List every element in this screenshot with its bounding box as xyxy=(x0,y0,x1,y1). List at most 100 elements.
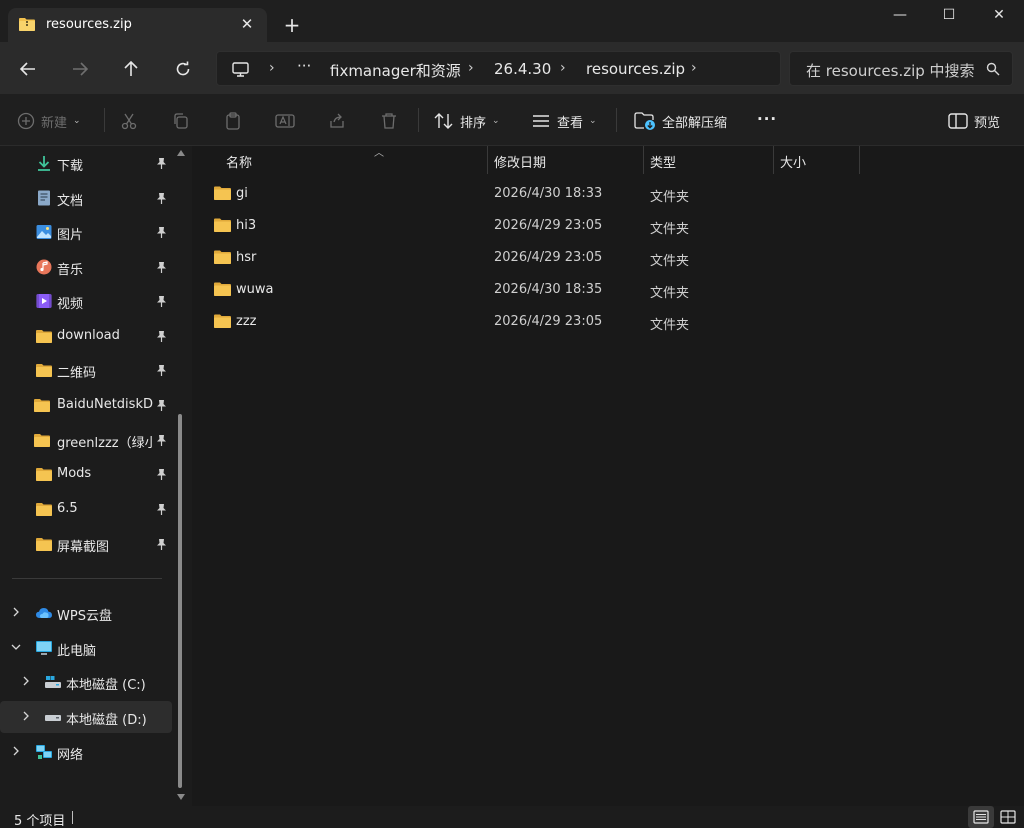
computer-icon[interactable] xyxy=(232,62,249,77)
column-header-date[interactable]: 修改日期 xyxy=(488,146,644,174)
file-row-gi[interactable]: gi 2026/4/30 18:33 文件夹 xyxy=(208,178,1008,210)
sidebar-item-qrcode[interactable]: 二维码 xyxy=(0,354,172,386)
navigation-pane: 下载 文档 图片 音乐 视频 download 二维码 BaiduNetdisk… xyxy=(0,146,192,806)
tiles-view-icon xyxy=(1000,810,1016,824)
cut-button[interactable] xyxy=(118,110,140,132)
chevron-down-icon[interactable] xyxy=(11,642,21,652)
tab-close-button[interactable]: ✕ xyxy=(236,13,258,35)
pin-icon[interactable] xyxy=(156,157,167,169)
file-row-hsr[interactable]: hsr 2026/4/29 23:05 文件夹 xyxy=(208,242,1008,274)
chevron-right-icon[interactable] xyxy=(21,711,31,721)
file-row-zzz[interactable]: zzz 2026/4/29 23:05 文件夹 xyxy=(208,306,1008,338)
zip-folder-icon xyxy=(19,18,35,31)
paste-button[interactable] xyxy=(222,110,244,132)
column-header-name[interactable]: ︿ 名称 xyxy=(218,146,488,174)
pin-icon[interactable] xyxy=(156,226,167,238)
sidebar-item-downloads[interactable]: 下载 xyxy=(0,147,172,179)
breadcrumb-fixmanager[interactable]: fixmanager和资源 xyxy=(330,60,461,81)
delete-button[interactable] xyxy=(378,110,400,132)
sidebar-item-download-folder[interactable]: download xyxy=(0,320,172,352)
refresh-button[interactable] xyxy=(168,54,198,84)
forward-button[interactable] xyxy=(65,54,95,84)
pin-icon[interactable] xyxy=(156,330,167,342)
pin-icon[interactable] xyxy=(156,399,167,411)
chevron-right-icon[interactable]: › xyxy=(269,60,275,76)
computer-icon xyxy=(36,641,52,655)
new-tab-button[interactable]: + xyxy=(280,13,304,37)
pin-icon[interactable] xyxy=(156,503,167,515)
sidebar-item-wps-cloud[interactable]: WPS云盘 xyxy=(0,597,172,629)
divider xyxy=(418,108,419,132)
breadcrumb-overflow[interactable]: ··· xyxy=(297,57,311,75)
column-divider[interactable] xyxy=(859,146,860,174)
video-icon xyxy=(36,294,52,308)
scroll-down-arrow-icon[interactable] xyxy=(177,794,185,800)
file-list: ︿ 名称 修改日期 类型 大小 gi 2026/4/30 18:33 文件夹 h… xyxy=(192,146,1024,806)
file-row-hi3[interactable]: hi3 2026/4/29 23:05 文件夹 xyxy=(208,210,1008,242)
pin-icon[interactable] xyxy=(156,364,167,376)
sidebar-item-greenlzzz[interactable]: greenlzzz（绿小 xyxy=(0,424,172,456)
sidebar-item-this-pc[interactable]: 此电脑 xyxy=(0,632,172,664)
sidebar-item-pictures[interactable]: 图片 xyxy=(0,216,172,248)
pin-icon[interactable] xyxy=(156,261,167,273)
pin-icon[interactable] xyxy=(156,538,167,550)
chevron-right-icon[interactable]: › xyxy=(560,60,566,76)
column-header-label: 修改日期 xyxy=(494,156,547,171)
maximize-button[interactable]: ☐ xyxy=(925,0,973,32)
more-options-button[interactable]: ··· xyxy=(757,108,777,130)
tab-title: resources.zip xyxy=(46,17,132,32)
sidebar-item-screenshots[interactable]: 屏幕截图 xyxy=(0,528,172,560)
share-button[interactable] xyxy=(326,110,348,132)
view-button[interactable]: 查看 ⌄ xyxy=(531,110,597,132)
new-button[interactable]: 新建 ⌄ xyxy=(17,110,81,132)
sidebar-scrollbar[interactable] xyxy=(174,146,186,806)
sidebar-item-baidunetdisk[interactable]: BaiduNetdiskDownload xyxy=(0,389,172,421)
divider xyxy=(616,108,617,132)
minimize-button[interactable]: — xyxy=(876,0,924,32)
column-header-type[interactable]: 类型 xyxy=(644,146,774,174)
sort-ascending-icon: ︿ xyxy=(374,148,384,159)
breadcrumb-26-4-30[interactable]: 26.4.30 xyxy=(494,60,551,78)
breadcrumb-resources-zip[interactable]: resources.zip xyxy=(586,60,685,78)
scroll-thumb[interactable] xyxy=(178,414,182,788)
back-button[interactable] xyxy=(13,54,43,84)
sidebar-item-label: 网络 xyxy=(57,748,84,763)
chevron-right-icon[interactable] xyxy=(11,746,21,756)
column-header-size[interactable]: 大小 xyxy=(774,146,860,174)
extract-all-button[interactable]: 全部解压缩 xyxy=(634,110,727,132)
sidebar-item-drive-c[interactable]: 本地磁盘 (C:) xyxy=(0,666,172,698)
sidebar-item-videos[interactable]: 视频 xyxy=(0,285,172,317)
sidebar-item-6-5[interactable]: 6.5 xyxy=(0,493,172,525)
file-row-wuwa[interactable]: wuwa 2026/4/30 18:35 文件夹 xyxy=(208,274,1008,306)
breadcrumb[interactable]: › ··· fixmanager和资源 › 26.4.30 › resource… xyxy=(216,51,781,86)
close-window-button[interactable]: ✕ xyxy=(975,0,1023,32)
sidebar-item-label: 文档 xyxy=(57,194,84,209)
sidebar-item-mods[interactable]: Mods xyxy=(0,458,172,490)
tab-resources-zip[interactable]: resources.zip ✕ xyxy=(8,8,267,42)
details-view-button[interactable] xyxy=(968,806,994,828)
chevron-right-icon[interactable]: › xyxy=(691,60,697,76)
search-input[interactable]: 在 resources.zip 中搜索 xyxy=(789,51,1013,86)
sidebar-item-music[interactable]: 音乐 xyxy=(0,251,172,283)
sidebar-item-network[interactable]: 网络 xyxy=(0,736,172,768)
pin-icon[interactable] xyxy=(156,192,167,204)
chevron-right-icon[interactable] xyxy=(21,676,31,686)
copy-button[interactable] xyxy=(170,110,192,132)
pin-icon[interactable] xyxy=(156,468,167,480)
scroll-up-arrow-icon[interactable] xyxy=(177,150,185,156)
pin-icon[interactable] xyxy=(156,434,167,446)
chevron-right-icon[interactable] xyxy=(11,607,21,617)
sidebar-item-documents[interactable]: 文档 xyxy=(0,182,172,214)
pin-icon[interactable] xyxy=(156,295,167,307)
tiles-view-button[interactable] xyxy=(995,806,1021,828)
sidebar-item-drive-d[interactable]: 本地磁盘 (D:) xyxy=(0,701,172,733)
chevron-right-icon[interactable]: › xyxy=(468,60,474,76)
file-date: 2026/4/29 23:05 xyxy=(494,218,603,233)
rename-button[interactable] xyxy=(274,110,296,132)
sort-button[interactable]: 排序 ⌄ xyxy=(434,110,500,132)
file-name: gi xyxy=(236,186,248,201)
view-list-icon xyxy=(533,115,549,127)
preview-pane-button[interactable]: 预览 xyxy=(948,110,1000,132)
up-button[interactable] xyxy=(116,54,146,84)
sidebar-divider xyxy=(12,578,162,579)
